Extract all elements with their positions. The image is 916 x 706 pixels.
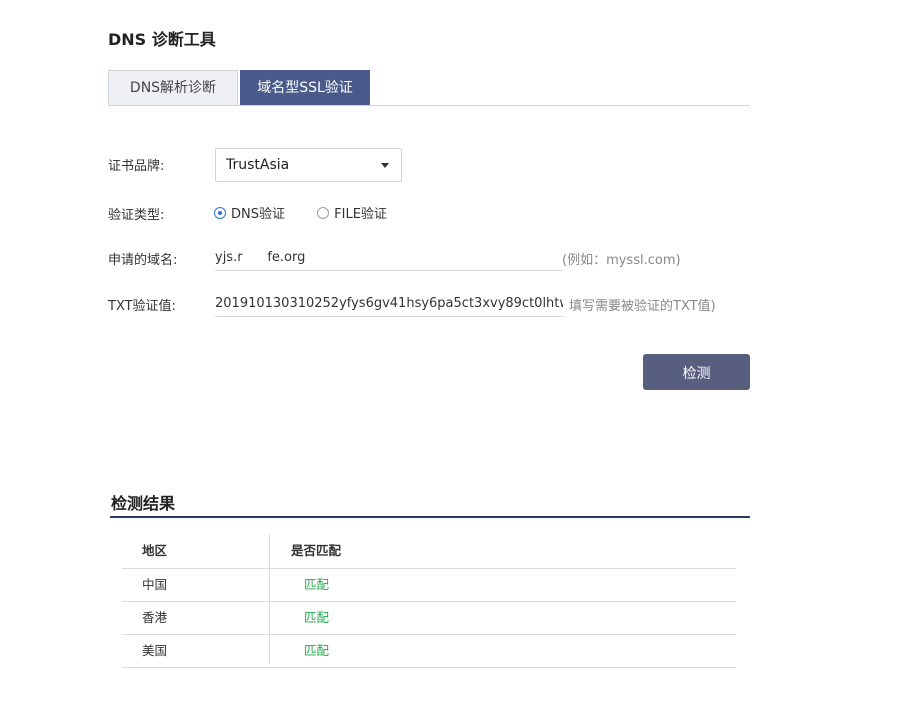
radio-file[interactable]: FILE验证 — [317, 203, 387, 222]
page-title: DNS 诊断工具 — [108, 30, 216, 49]
brand-select[interactable]: TrustAsia — [215, 148, 402, 182]
txt-hint: 填写需要被验证的TXT值) — [569, 299, 716, 314]
results-table: 地区 是否匹配 中国 匹配 香港 匹配 美国 匹配 — [122, 534, 736, 668]
domain-label: 申请的域名: — [108, 253, 178, 268]
radio-unchecked-icon — [317, 206, 330, 219]
domain-hint: (例如：myssl.com) — [562, 253, 681, 268]
tab-dns-diagnosis[interactable]: DNS解析诊断 — [108, 70, 238, 105]
radio-dns-label: DNS验证 — [231, 207, 285, 222]
table-row: 香港 匹配 — [122, 602, 736, 635]
region-cell: 中国 — [142, 577, 168, 592]
type-label: 验证类型: — [108, 208, 165, 223]
txt-label: TXT验证值: — [108, 299, 176, 314]
table-header-row: 地区 是否匹配 — [122, 534, 736, 569]
match-cell: 匹配 — [304, 643, 330, 658]
detect-button[interactable]: 检测 — [643, 354, 750, 390]
verify-type-radio-group: DNS验证 FILE验证 — [214, 203, 415, 223]
tab-ssl-verification[interactable]: 域名型SSL验证 — [240, 70, 370, 105]
radio-dns[interactable]: DNS验证 — [214, 203, 285, 222]
brand-label: 证书品牌: — [108, 159, 165, 174]
region-cell: 美国 — [142, 643, 168, 658]
results-divider — [110, 516, 750, 518]
results-title: 检测结果 — [111, 494, 176, 513]
region-cell: 香港 — [142, 610, 168, 625]
table-row: 中国 匹配 — [122, 569, 736, 602]
domain-input[interactable] — [215, 245, 563, 271]
txt-input[interactable] — [215, 291, 563, 317]
radio-file-label: FILE验证 — [334, 207, 387, 222]
tab-bar: DNS解析诊断 域名型SSL验证 — [108, 70, 750, 106]
match-cell: 匹配 — [304, 577, 330, 592]
table-row: 美国 匹配 — [122, 635, 736, 668]
match-cell: 匹配 — [304, 610, 330, 625]
column-header-match: 是否匹配 — [291, 543, 342, 558]
brand-select-value: TrustAsia — [226, 157, 290, 173]
column-header-region: 地区 — [142, 543, 168, 558]
radio-checked-icon — [214, 206, 226, 219]
caret-down-icon — [381, 163, 389, 168]
